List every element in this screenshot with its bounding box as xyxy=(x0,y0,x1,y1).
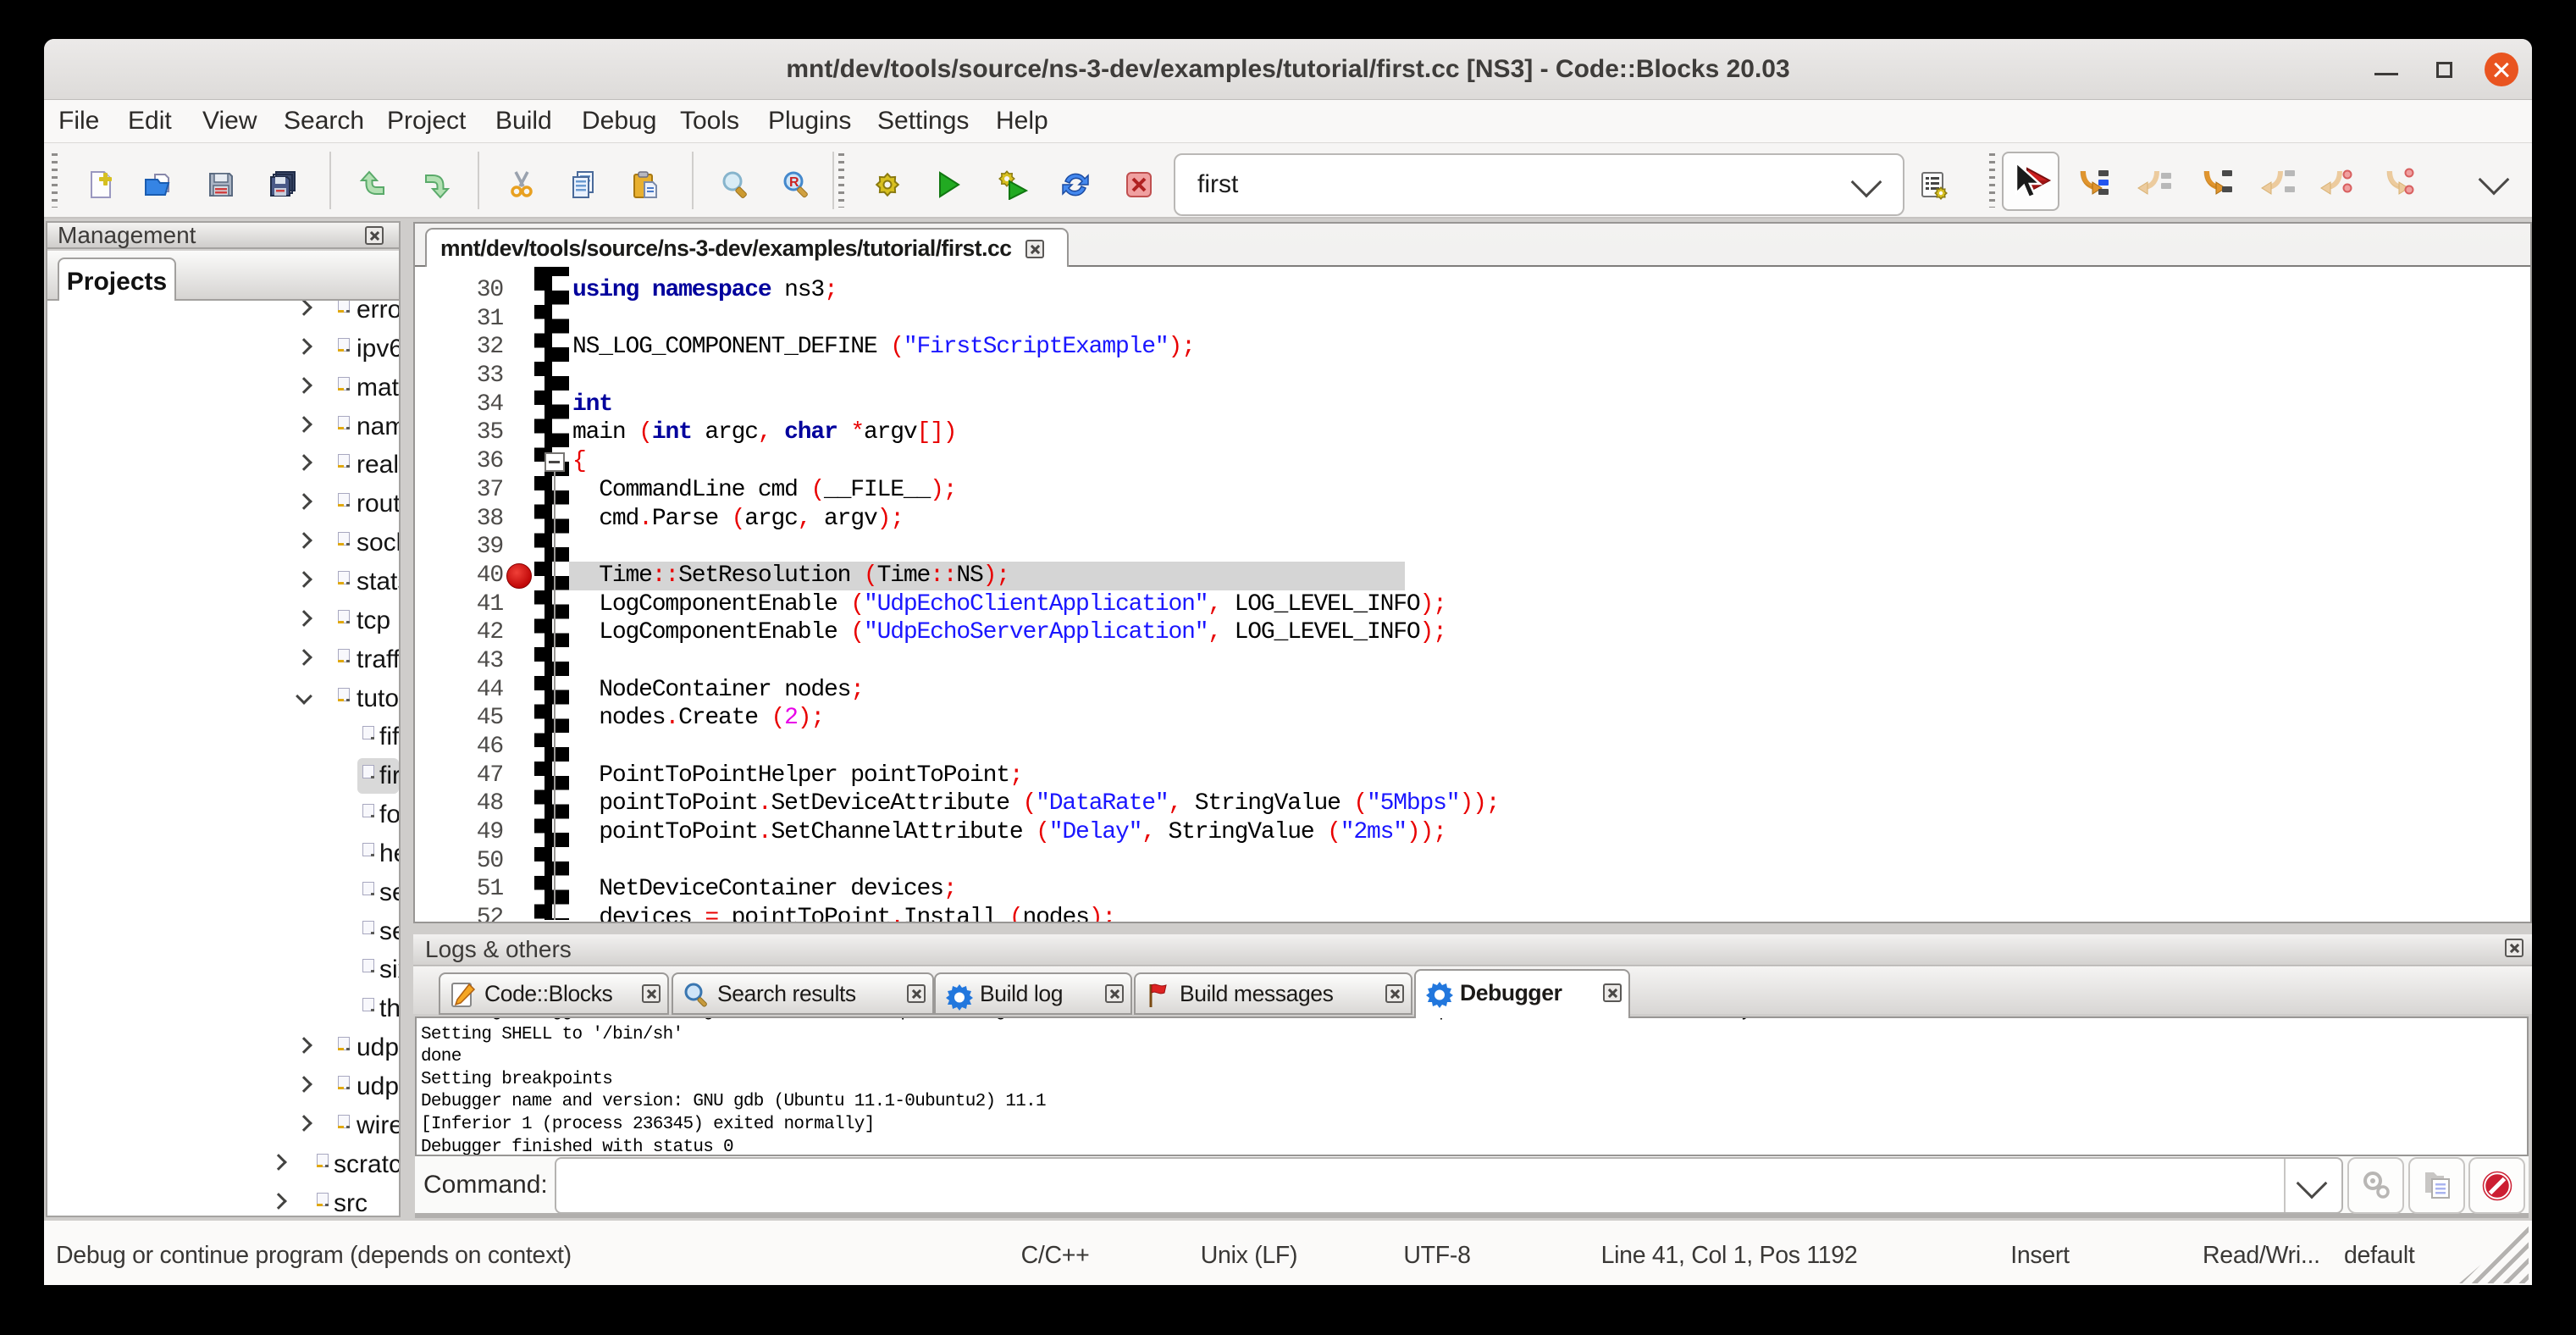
svg-text:R: R xyxy=(789,175,799,190)
